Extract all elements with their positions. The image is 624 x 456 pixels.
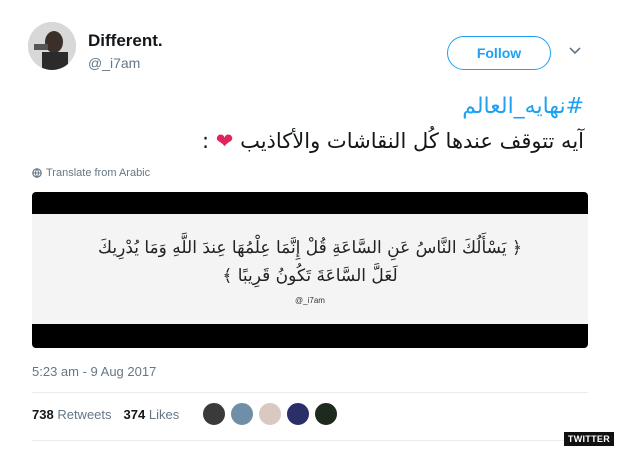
liker-avatar[interactable]	[230, 402, 254, 426]
author-handle[interactable]: @_i7am	[88, 55, 140, 71]
tweet-body: #نهايه_العالم آيه تتوقف عندها كُل النقاش…	[44, 92, 584, 158]
tweet-media-image[interactable]: ﴿ يَسْأَلُكَ النَّاسُ عَنِ السَّاعَةِ قُ…	[32, 192, 588, 348]
likes-stat[interactable]: 374 Likes	[124, 407, 180, 422]
twitter-brand-tag: TWITTER	[563, 432, 614, 446]
retweets-label: Retweets	[57, 407, 112, 422]
likes-count: 374	[123, 407, 146, 422]
verse-image-panel: ﴿ يَسْأَلُكَ النَّاسُ عَنِ السَّاعَةِ قُ…	[32, 214, 588, 324]
retweets-count: 738	[32, 407, 54, 422]
image-watermark: @_i7am	[295, 295, 325, 305]
likes-label: Likes	[148, 407, 180, 422]
author-avatar[interactable]	[28, 22, 76, 70]
follow-button[interactable]: Follow	[447, 36, 551, 70]
liker-avatar[interactable]	[202, 402, 226, 426]
tweet-text: آيه تتوقف عندها كُل النقاشات والأكاذيب ❤…	[44, 124, 584, 158]
tweet-text-content: آيه تتوقف عندها كُل النقاشات والأكاذيب	[240, 129, 584, 153]
liker-avatar[interactable]	[258, 402, 282, 426]
author-display-name[interactable]: Different.	[88, 31, 163, 51]
retweets-stat[interactable]: 738 Retweets	[32, 407, 112, 422]
engagement-stats: 738 Retweets 374 Likes	[32, 407, 179, 422]
translate-link[interactable]: Translate from Arabic	[32, 167, 150, 179]
translate-label[interactable]: Translate from Arabic	[46, 167, 150, 179]
tweet-timestamp[interactable]: 5:23 am - 9 Aug 2017	[32, 364, 156, 379]
tweet-text-suffix: :	[202, 129, 210, 153]
tweet-hashtag[interactable]: #نهايه_العالم	[44, 92, 584, 122]
globe-icon	[32, 168, 42, 178]
verse-line-1: ﴿ يَسْأَلُكَ النَّاسُ عَنِ السَّاعَةِ قُ…	[98, 237, 522, 258]
likers-avatars	[202, 402, 338, 426]
divider	[32, 392, 588, 393]
chevron-down-icon[interactable]	[568, 46, 582, 56]
heart-icon: ❤	[215, 129, 234, 153]
liker-avatar[interactable]	[314, 402, 338, 426]
verse-line-2: لَعَلَّ السَّاعَةَ تَكُونُ قَرِيبًا ﴾	[222, 265, 398, 286]
liker-avatar[interactable]	[286, 402, 310, 426]
divider	[32, 440, 588, 441]
